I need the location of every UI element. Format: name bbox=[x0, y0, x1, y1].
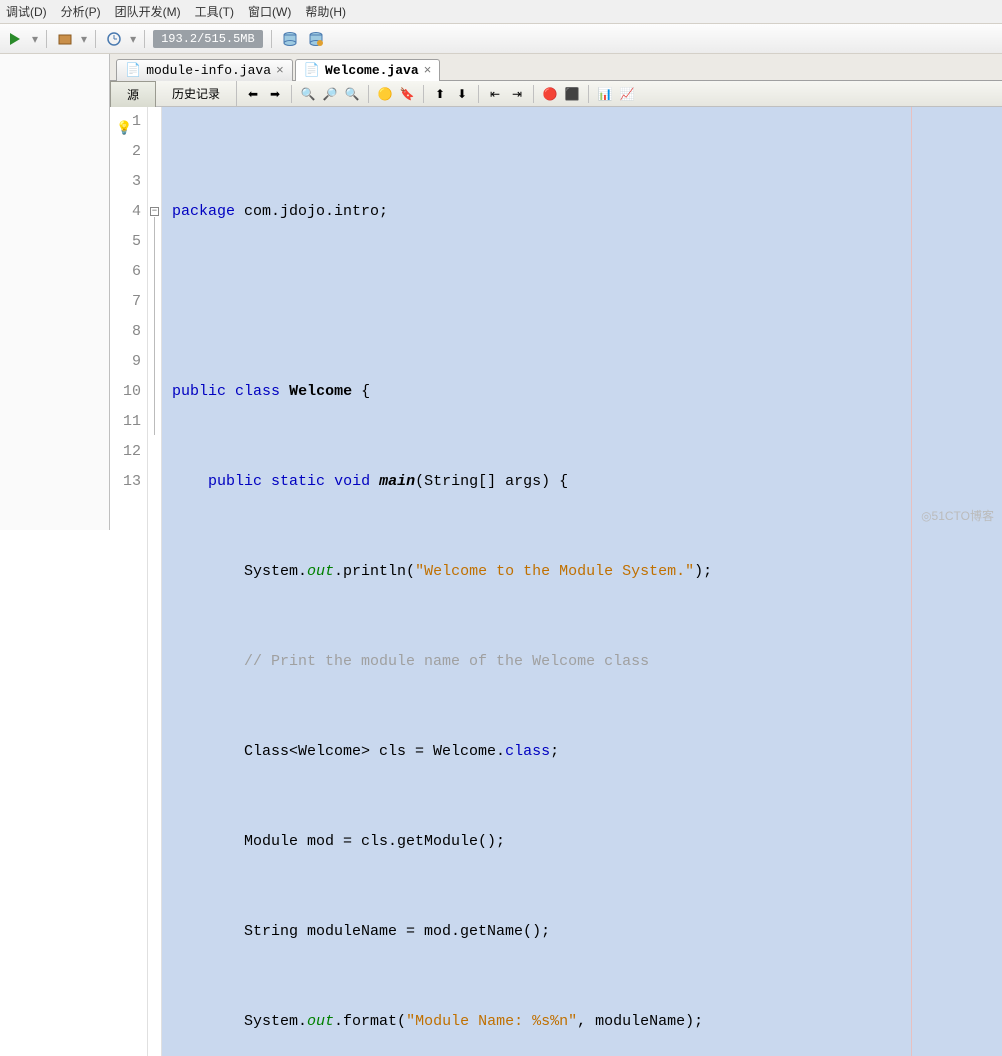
watermark: ◎51CTO博客 bbox=[921, 507, 994, 524]
line-number: 7 bbox=[110, 287, 141, 317]
line-number: 6 bbox=[110, 257, 141, 287]
editor-tabs: 📄 module-info.java × 📄 Welcome.java × bbox=[110, 54, 1002, 81]
java-file-icon: 📄 bbox=[125, 63, 141, 78]
comment-icon[interactable]: 📊 bbox=[597, 86, 613, 102]
hint-bulb-icon[interactable]: 💡 bbox=[116, 114, 132, 144]
menu-bar: 调试(D) 分析(P) 团队开发(M) 工具(T) 窗口(W) 帮助(H) bbox=[0, 0, 1002, 24]
fold-column: − bbox=[148, 107, 162, 1056]
find-next-icon[interactable]: 🔍 bbox=[344, 86, 360, 102]
code-content[interactable]: package com.jdojo.intro; public class We… bbox=[162, 107, 1002, 1056]
find-selection-icon[interactable]: 🔍 bbox=[300, 86, 316, 102]
bookmark-icon[interactable]: 🔖 bbox=[399, 86, 415, 102]
line-number: 9 bbox=[110, 347, 141, 377]
macro-record-icon[interactable]: 🔴 bbox=[542, 86, 558, 102]
line-number: 3 bbox=[110, 167, 141, 197]
tab-module-info[interactable]: 📄 module-info.java × bbox=[116, 59, 293, 81]
menu-analyze[interactable]: 分析(P) bbox=[61, 3, 101, 20]
shift-right-icon[interactable]: ⇥ bbox=[509, 86, 525, 102]
tab-label: module-info.java bbox=[146, 63, 271, 78]
clock-button[interactable] bbox=[104, 29, 124, 49]
tab-welcome[interactable]: 📄 Welcome.java × bbox=[295, 59, 441, 81]
prev-bookmark-icon[interactable]: ⬆ bbox=[432, 86, 448, 102]
line-number: 4 bbox=[110, 197, 141, 227]
menu-team[interactable]: 团队开发(M) bbox=[115, 3, 181, 20]
db-button-1[interactable] bbox=[280, 29, 300, 49]
close-icon[interactable]: × bbox=[276, 63, 284, 78]
menu-window[interactable]: 窗口(W) bbox=[248, 3, 291, 20]
nav-back-icon[interactable]: ⬅ bbox=[245, 86, 261, 102]
editor-area: 📄 module-info.java × 📄 Welcome.java × 源 … bbox=[110, 54, 1002, 530]
navigator-panel bbox=[0, 54, 110, 530]
main-toolbar: ▾ ▾ ▾ 193.2/515.5MB bbox=[0, 24, 1002, 54]
line-number: 13 bbox=[110, 467, 141, 497]
find-prev-icon[interactable]: 🔎 bbox=[322, 86, 338, 102]
source-tab[interactable]: 源 bbox=[110, 81, 156, 107]
history-tab[interactable]: 历史记录 bbox=[156, 81, 237, 106]
line-number: 11 bbox=[110, 407, 141, 437]
menu-tools[interactable]: 工具(T) bbox=[195, 3, 234, 20]
memory-indicator[interactable]: 193.2/515.5MB bbox=[153, 30, 263, 48]
menu-debug[interactable]: 调试(D) bbox=[6, 3, 47, 20]
tab-label: Welcome.java bbox=[325, 63, 419, 78]
right-margin-line bbox=[911, 107, 912, 1056]
macro-stop-icon[interactable]: ⬛ bbox=[564, 86, 580, 102]
uncomment-icon[interactable]: 📈 bbox=[619, 86, 635, 102]
next-bookmark-icon[interactable]: ⬇ bbox=[454, 86, 470, 102]
close-icon[interactable]: × bbox=[424, 63, 432, 78]
highlight-icon[interactable]: 🟡 bbox=[377, 86, 393, 102]
workspace: 📄 module-info.java × 📄 Welcome.java × 源 … bbox=[0, 54, 1002, 530]
nav-fwd-icon[interactable]: ➡ bbox=[267, 86, 283, 102]
code-editor[interactable]: 💡 1 2 3 4 5 6 7 8 9 10 11 12 13 − bbox=[110, 107, 1002, 1056]
java-file-icon: 📄 bbox=[304, 63, 320, 78]
run-button[interactable] bbox=[6, 29, 26, 49]
fold-toggle-icon[interactable]: − bbox=[150, 207, 159, 216]
line-number: 8 bbox=[110, 317, 141, 347]
menu-help[interactable]: 帮助(H) bbox=[305, 3, 346, 20]
shift-left-icon[interactable]: ⇤ bbox=[487, 86, 503, 102]
fold-guide bbox=[154, 217, 155, 435]
build-button[interactable] bbox=[55, 29, 75, 49]
line-number: 10 bbox=[110, 377, 141, 407]
editor-toolbar: 源 历史记录 ⬅ ➡ 🔍 🔎 🔍 🟡 🔖 ⬆ ⬇ ⇤ ⇥ 🔴 ⬛ bbox=[110, 81, 1002, 107]
line-number: 5 bbox=[110, 227, 141, 257]
db-button-2[interactable] bbox=[306, 29, 326, 49]
line-gutter: 💡 1 2 3 4 5 6 7 8 9 10 11 12 13 bbox=[110, 107, 148, 1056]
line-number: 12 bbox=[110, 437, 141, 467]
